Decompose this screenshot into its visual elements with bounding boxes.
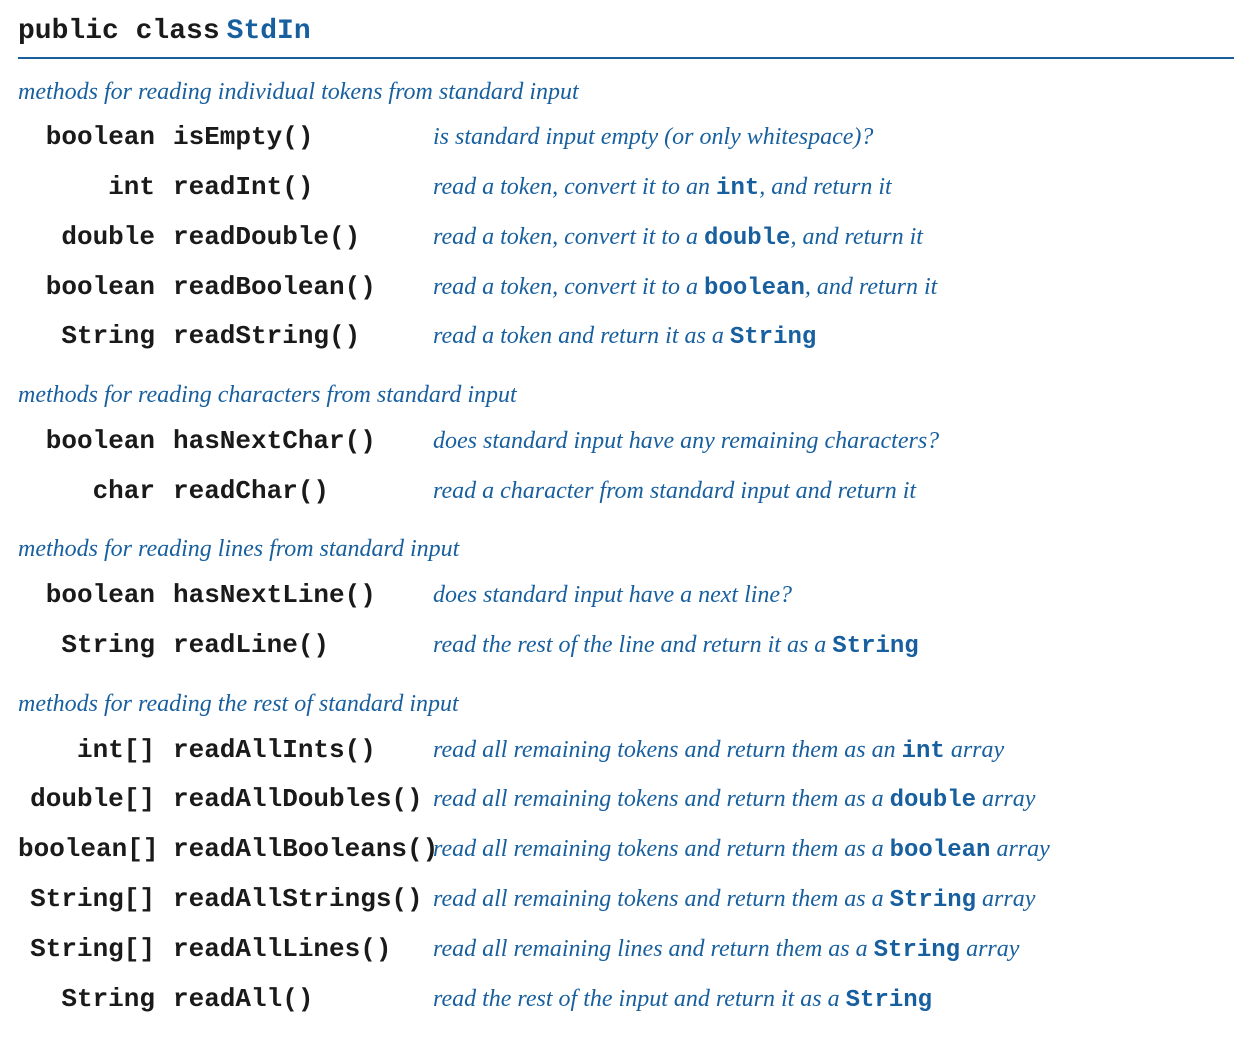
return-type: double[] — [18, 781, 173, 819]
method-signature: readAllInts() — [173, 732, 433, 770]
method-signature: readInt() — [173, 169, 433, 207]
return-type: boolean — [18, 269, 173, 307]
method-description: read a token and return it as a String — [433, 319, 1234, 356]
method-description: read all remaining tokens and return the… — [433, 782, 1234, 819]
method-signature: readDouble() — [173, 219, 433, 257]
method-description: read all remaining tokens and return the… — [433, 882, 1234, 919]
section-heading: methods for reading lines from standard … — [18, 516, 1234, 571]
method-description: read a token, convert it to an int, and … — [433, 170, 1234, 207]
method-row: booleanhasNextChar()does standard input … — [18, 417, 1234, 467]
method-row: charreadChar()read a character from stan… — [18, 467, 1234, 517]
method-row: intreadInt()read a token, convert it to … — [18, 163, 1234, 213]
section-heading: methods for reading characters from stan… — [18, 362, 1234, 417]
return-type: String[] — [18, 931, 173, 969]
method-row: booleanhasNextLine()does standard input … — [18, 571, 1234, 621]
method-description: read a token, convert it to a double, an… — [433, 220, 1234, 257]
method-description: does standard input have any remaining c… — [433, 424, 1234, 459]
method-description: read a character from standard input and… — [433, 474, 1234, 509]
method-description: read a token, convert it to a boolean, a… — [433, 270, 1234, 307]
method-row: StringreadAll()read the rest of the inpu… — [18, 975, 1234, 1025]
method-signature: hasNextChar() — [173, 423, 433, 461]
class-header: public class StdIn — [18, 0, 1234, 59]
return-type: String — [18, 981, 173, 1019]
method-row: booleanreadBoolean()read a token, conver… — [18, 263, 1234, 313]
return-type: String[] — [18, 881, 173, 919]
class-modifiers: public class — [18, 16, 220, 47]
method-signature: readBoolean() — [173, 269, 433, 307]
return-type: char — [18, 473, 173, 511]
return-type: int — [18, 169, 173, 207]
method-row: String[]readAllLines()read all remaining… — [18, 925, 1234, 975]
method-description: read all remaining tokens and return the… — [433, 733, 1234, 770]
return-type: String — [18, 318, 173, 356]
method-signature: readChar() — [173, 473, 433, 511]
method-signature: readAllDoubles() — [173, 781, 433, 819]
method-row: StringreadString()read a token and retur… — [18, 312, 1234, 362]
method-signature: hasNextLine() — [173, 577, 433, 615]
method-description: is standard input empty (or only whitesp… — [433, 120, 1234, 155]
return-type: String — [18, 627, 173, 665]
method-signature: readLine() — [173, 627, 433, 665]
method-signature: isEmpty() — [173, 119, 433, 157]
method-description: read the rest of the input and return it… — [433, 982, 1234, 1019]
return-type: boolean — [18, 119, 173, 157]
class-name: StdIn — [227, 16, 311, 47]
method-row: String[]readAllStrings()read all remaini… — [18, 875, 1234, 925]
method-row: int[]readAllInts()read all remaining tok… — [18, 726, 1234, 776]
method-row: double[]readAllDoubles()read all remaini… — [18, 775, 1234, 825]
return-type: int[] — [18, 732, 173, 770]
method-description: read all remaining lines and return them… — [433, 932, 1234, 969]
method-signature: readAllBooleans() — [173, 831, 433, 869]
method-description: does standard input have a next line? — [433, 578, 1234, 613]
return-type: double — [18, 219, 173, 257]
section-heading: methods for reading the rest of standard… — [18, 671, 1234, 726]
method-signature: readAllStrings() — [173, 881, 433, 919]
method-signature: readAllLines() — [173, 931, 433, 969]
return-type: boolean — [18, 423, 173, 461]
method-signature: readAll() — [173, 981, 433, 1019]
method-row: doublereadDouble()read a token, convert … — [18, 213, 1234, 263]
method-row: booleanisEmpty()is standard input empty … — [18, 113, 1234, 163]
method-description: read all remaining tokens and return the… — [433, 832, 1234, 869]
method-signature: readString() — [173, 318, 433, 356]
method-row: StringreadLine()read the rest of the lin… — [18, 621, 1234, 671]
return-type: boolean[] — [18, 831, 173, 869]
method-description: read the rest of the line and return it … — [433, 628, 1234, 665]
return-type: boolean — [18, 577, 173, 615]
api-table: methods for reading individual tokens fr… — [18, 59, 1234, 1025]
section-heading: methods for reading individual tokens fr… — [18, 59, 1234, 114]
method-row: boolean[]readAllBooleans()read all remai… — [18, 825, 1234, 875]
